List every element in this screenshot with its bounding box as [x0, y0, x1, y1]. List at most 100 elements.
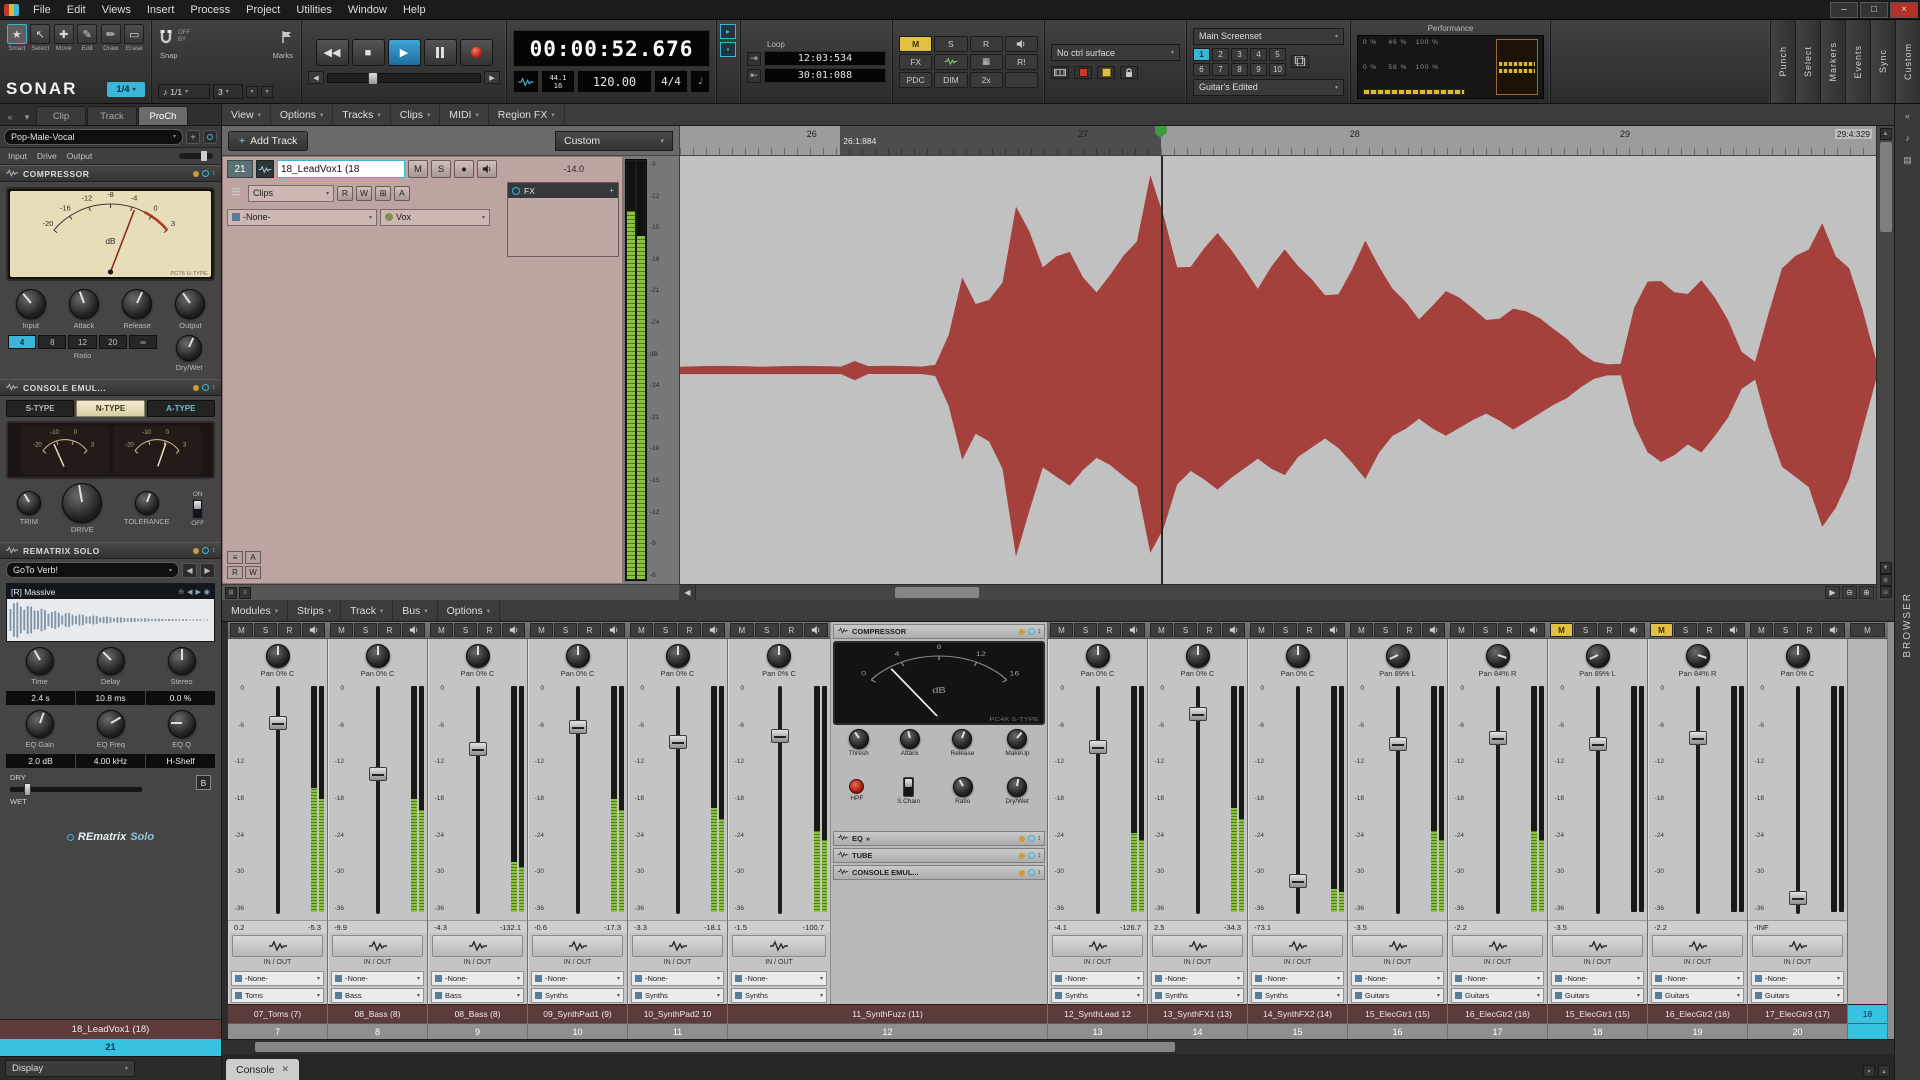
fader-handle[interactable] [469, 742, 487, 756]
arm-button[interactable]: R [780, 623, 804, 637]
io-mini-slider[interactable] [179, 153, 213, 159]
collapse-icon[interactable]: « [2, 109, 18, 125]
screenset-5[interactable]: 5 [1269, 48, 1286, 61]
screenset-6[interactable]: 6 [1193, 63, 1210, 76]
knob-attack[interactable] [900, 729, 920, 749]
pan-knob[interactable] [566, 644, 590, 668]
arm-button[interactable]: R [578, 623, 601, 637]
loop-start-time[interactable]: 12:03:534 [764, 51, 886, 66]
mute-button[interactable]: M [1450, 623, 1473, 637]
strip-name[interactable]: 15_ElecGtr1 (15) [1348, 1004, 1447, 1023]
module-header-eq[interactable]: EQ»↕ [833, 831, 1045, 846]
knob-time[interactable] [26, 647, 54, 675]
button-pdc[interactable]: PDC [899, 72, 932, 88]
menu-view[interactable]: View▾ [222, 104, 271, 125]
keyboard-icon[interactable] [1051, 66, 1069, 79]
interleave-button[interactable] [804, 623, 828, 637]
strip-name[interactable]: 11_SynthFuzz (11) [728, 1004, 1047, 1023]
loop-end-icon[interactable]: ⇤ [747, 69, 761, 83]
console-menu-modules[interactable]: Modules▾ [222, 600, 288, 621]
add-module-button[interactable]: + [186, 130, 200, 144]
knob-eq-q[interactable] [168, 710, 196, 738]
vzoom-out-icon[interactable]: ⊖ [1880, 586, 1892, 598]
snap-value-dropdown[interactable]: ♪1/1▾ [158, 84, 210, 99]
workspace-dropdown[interactable]: Custom▾ [555, 131, 673, 151]
menu-file[interactable]: File [25, 2, 59, 18]
display-dropdown[interactable]: Display▾ [5, 1060, 135, 1077]
strip-name[interactable]: 09_SynthPad1 (9) [528, 1004, 627, 1023]
solo-all-button[interactable]: S [934, 36, 967, 52]
interleave-toggle[interactable] [732, 935, 826, 957]
output-select[interactable]: Bass▾ [331, 988, 424, 1003]
interleave-toggle[interactable] [432, 935, 523, 957]
knob-tolerance[interactable] [135, 491, 159, 515]
pan-knob[interactable] [1386, 644, 1410, 668]
screenset-dropdown[interactable]: Main Screenset▾ [1193, 28, 1344, 45]
interleave-button[interactable] [1322, 623, 1345, 637]
mute-button[interactable]: M [1350, 623, 1373, 637]
mute-button[interactable]: M [330, 623, 353, 637]
input-select[interactable]: -None-▾ [1251, 971, 1344, 986]
arm-button[interactable]: R [1798, 623, 1821, 637]
button-dim[interactable]: DIM [934, 72, 967, 88]
audio-engine-icon[interactable] [934, 54, 967, 70]
scrub-button[interactable]: ▸ [720, 24, 736, 39]
preset-prev-button[interactable]: ◀ [182, 563, 197, 578]
scroll-right-arrow[interactable]: ▶ [1825, 586, 1840, 599]
knob-release[interactable] [952, 729, 972, 749]
duplicate-screenset-icon[interactable]: ⧉ [1291, 55, 1309, 68]
snap-lock-button[interactable]: ▪ [720, 42, 736, 57]
fader-handle[interactable] [569, 720, 587, 734]
knob-output[interactable] [175, 289, 205, 319]
solo-button[interactable]: S [1074, 623, 1097, 637]
pan-knob[interactable] [666, 644, 690, 668]
snap-magnet-icon[interactable] [158, 29, 174, 45]
vtab-sync[interactable]: Sync [1870, 20, 1895, 103]
strip-number[interactable]: 20 [1748, 1023, 1847, 1039]
input-select[interactable]: -None-▾ [231, 971, 324, 986]
screenset-2[interactable]: 2 [1212, 48, 1229, 61]
dry-wet-handle[interactable] [24, 783, 31, 796]
console-emulator-header[interactable]: CONSOLE EMUL... ↕ [0, 379, 221, 396]
volume-fader[interactable] [647, 686, 709, 914]
expand-icon[interactable]: ↕ [1038, 835, 1042, 842]
expand-icon[interactable]: ↕ [212, 170, 216, 177]
bypass-button[interactable]: B [196, 775, 211, 790]
reset-audio-button[interactable]: R! [1005, 54, 1038, 70]
prochannel-power-button[interactable] [203, 130, 217, 144]
mute-button[interactable]: M [1550, 623, 1573, 637]
solo-button[interactable]: S [1774, 623, 1797, 637]
console-type-n-type[interactable]: N-TYPE [76, 400, 144, 417]
mute-button[interactable]: M [430, 623, 453, 637]
strip-name[interactable]: 18 [1848, 1004, 1887, 1023]
track-mute-button[interactable]: M [408, 160, 428, 178]
arm-button[interactable]: R [1598, 623, 1621, 637]
vertical-scrollbar[interactable]: ▲ ▼ ⊕ ⊖ [1876, 126, 1894, 600]
vscroll-up-arrow[interactable]: ▲ [1880, 128, 1892, 140]
input-select[interactable]: -None-▾ [731, 971, 827, 986]
dock-menu-icon[interactable]: ▾ [1863, 1065, 1875, 1077]
arm-button[interactable]: R [678, 623, 701, 637]
rewind-button[interactable]: ◀◀ [316, 39, 349, 66]
fader-handle[interactable] [1689, 731, 1707, 745]
interleave-button[interactable] [1422, 623, 1445, 637]
record-mode-icon[interactable] [1074, 66, 1092, 79]
track-interleave-button[interactable] [477, 160, 497, 178]
input-select[interactable]: -None-▾ [531, 971, 624, 986]
track-read-button[interactable]: R [227, 566, 243, 579]
knob-trim[interactable] [17, 491, 41, 515]
strip-name[interactable]: 08_Bass (8) [428, 1004, 527, 1023]
power-led-icon[interactable] [1019, 853, 1025, 859]
menu-help[interactable]: Help [395, 2, 434, 18]
menu-options[interactable]: Options▾ [271, 104, 333, 125]
menu-region-fx[interactable]: Region FX▾ [489, 104, 565, 125]
interleave-toggle[interactable] [532, 935, 623, 957]
vscroll-thumb[interactable] [1880, 142, 1892, 232]
lens-dropdown[interactable]: Guitar's Edited▾ [1193, 79, 1344, 96]
vtab-select[interactable]: Select [1795, 20, 1820, 103]
interleave-button[interactable] [1222, 623, 1245, 637]
button-2x[interactable]: 2x [970, 72, 1003, 88]
track-gain-value[interactable]: -14.0 [563, 164, 618, 174]
add-track-button[interactable]: +Add Track [228, 131, 308, 151]
screenset-10[interactable]: 10 [1269, 63, 1286, 76]
